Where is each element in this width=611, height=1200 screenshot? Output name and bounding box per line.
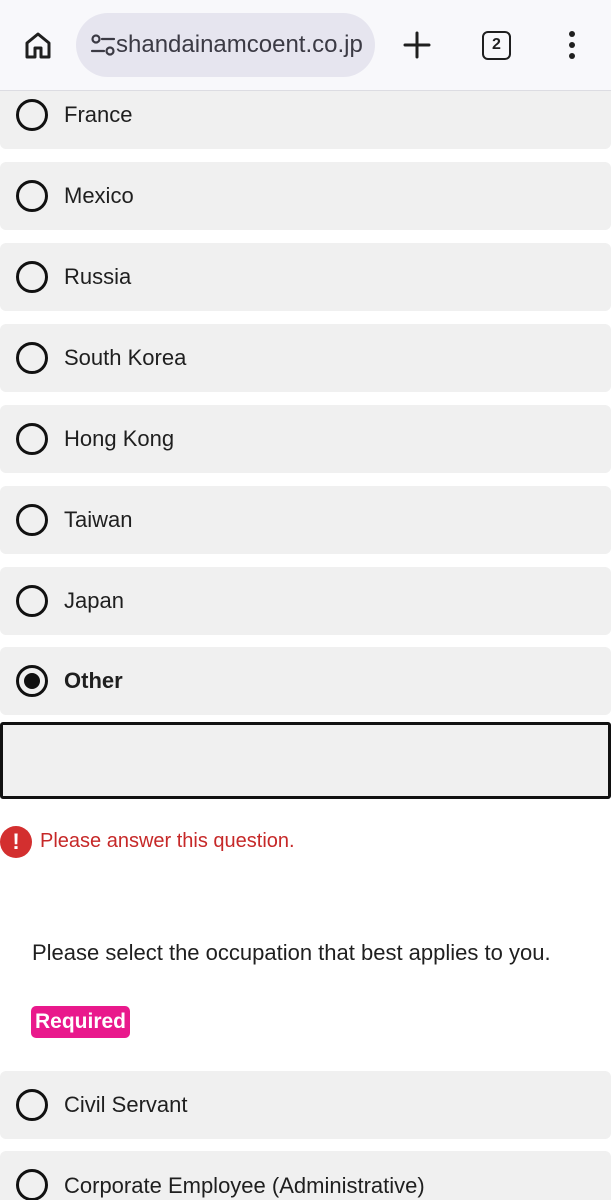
option-label: Corporate Employee (Administrative) xyxy=(64,1173,425,1198)
home-icon[interactable] xyxy=(22,29,54,61)
browser-toolbar: shandainamcoent.co.jp 2 xyxy=(0,0,611,91)
option-label: South Korea xyxy=(64,345,187,370)
new-tab-icon[interactable] xyxy=(401,29,433,61)
country-option-japan[interactable]: Japan xyxy=(0,567,611,635)
question-text: Please select the occupation that best a… xyxy=(32,940,551,965)
radio-button[interactable] xyxy=(16,423,48,455)
option-label: Civil Servant xyxy=(64,1092,188,1117)
error-icon: ! xyxy=(0,826,32,858)
page: shandainamcoent.co.jp 2 France Mexico Ru… xyxy=(0,0,611,1200)
error-message: Please answer this question. xyxy=(40,830,295,852)
more-menu-icon[interactable] xyxy=(560,29,584,61)
country-option-russia[interactable]: Russia xyxy=(0,243,611,311)
option-label: Russia xyxy=(64,264,132,289)
site-settings-icon[interactable] xyxy=(90,33,116,57)
radio-button[interactable] xyxy=(16,1169,48,1200)
occupation-option-civil-servant[interactable]: Civil Servant xyxy=(0,1071,611,1139)
url-text: shandainamcoent.co.jp xyxy=(116,31,363,58)
address-bar[interactable]: shandainamcoent.co.jp xyxy=(76,13,375,77)
option-label: Mexico xyxy=(64,183,134,208)
country-option-other[interactable]: Other xyxy=(0,647,611,715)
country-option-mexico[interactable]: Mexico xyxy=(0,162,611,230)
radio-button[interactable] xyxy=(16,99,48,131)
option-label: Japan xyxy=(64,588,124,613)
tab-switcher-icon[interactable]: 2 xyxy=(482,31,511,60)
country-option-france[interactable]: France xyxy=(0,81,611,149)
option-label: Taiwan xyxy=(64,507,133,532)
radio-button[interactable] xyxy=(16,1089,48,1121)
option-label: Other xyxy=(64,668,123,693)
country-option-south-korea[interactable]: South Korea xyxy=(0,324,611,392)
country-option-taiwan[interactable]: Taiwan xyxy=(0,486,611,554)
option-label: Hong Kong xyxy=(64,426,175,451)
radio-button[interactable] xyxy=(16,504,48,536)
radio-button[interactable] xyxy=(16,261,48,293)
radio-button[interactable] xyxy=(16,585,48,617)
radio-button[interactable] xyxy=(16,342,48,374)
country-option-hong-kong[interactable]: Hong Kong xyxy=(0,405,611,473)
required-badge: Required xyxy=(31,1006,131,1038)
radio-button-selected[interactable] xyxy=(16,665,48,697)
other-text-input[interactable] xyxy=(0,722,611,799)
option-label: France xyxy=(64,102,133,127)
radio-button[interactable] xyxy=(16,180,48,212)
occupation-option-corporate-employee[interactable]: Corporate Employee (Administrative) xyxy=(0,1151,611,1200)
